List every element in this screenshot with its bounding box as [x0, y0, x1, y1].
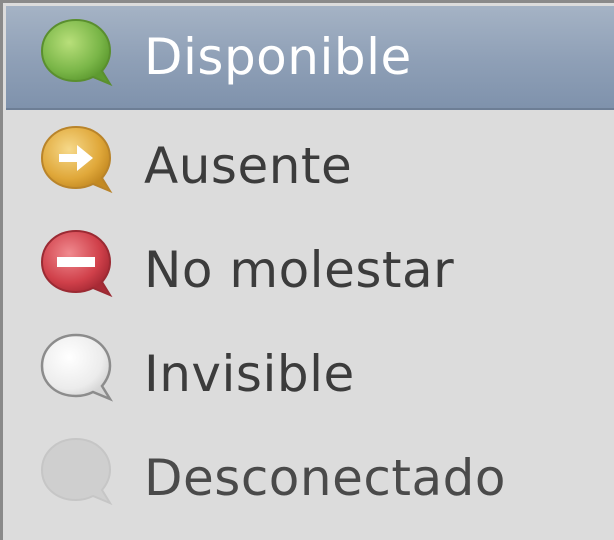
menu-item-label: Desconectado — [144, 449, 506, 507]
away-icon — [37, 121, 119, 203]
menu-item-busy[interactable]: No molestar — [6, 218, 614, 322]
invisible-icon — [37, 329, 119, 411]
menu-item-label: Disponible — [144, 28, 412, 86]
busy-icon — [37, 225, 119, 307]
menu-item-invisible[interactable]: Invisible — [6, 322, 614, 426]
status-menu: Disponible Ausente No molestar Invisible… — [0, 0, 614, 540]
menu-item-available[interactable]: Disponible — [6, 6, 614, 110]
menu-item-away[interactable]: Ausente — [6, 114, 614, 218]
menu-item-label: Invisible — [144, 345, 355, 403]
menu-item-label: Ausente — [144, 137, 353, 195]
menu-item-offline[interactable]: Desconectado — [6, 426, 614, 530]
offline-icon — [37, 433, 119, 515]
menu-item-label: No molestar — [144, 241, 455, 299]
available-icon — [37, 14, 119, 96]
